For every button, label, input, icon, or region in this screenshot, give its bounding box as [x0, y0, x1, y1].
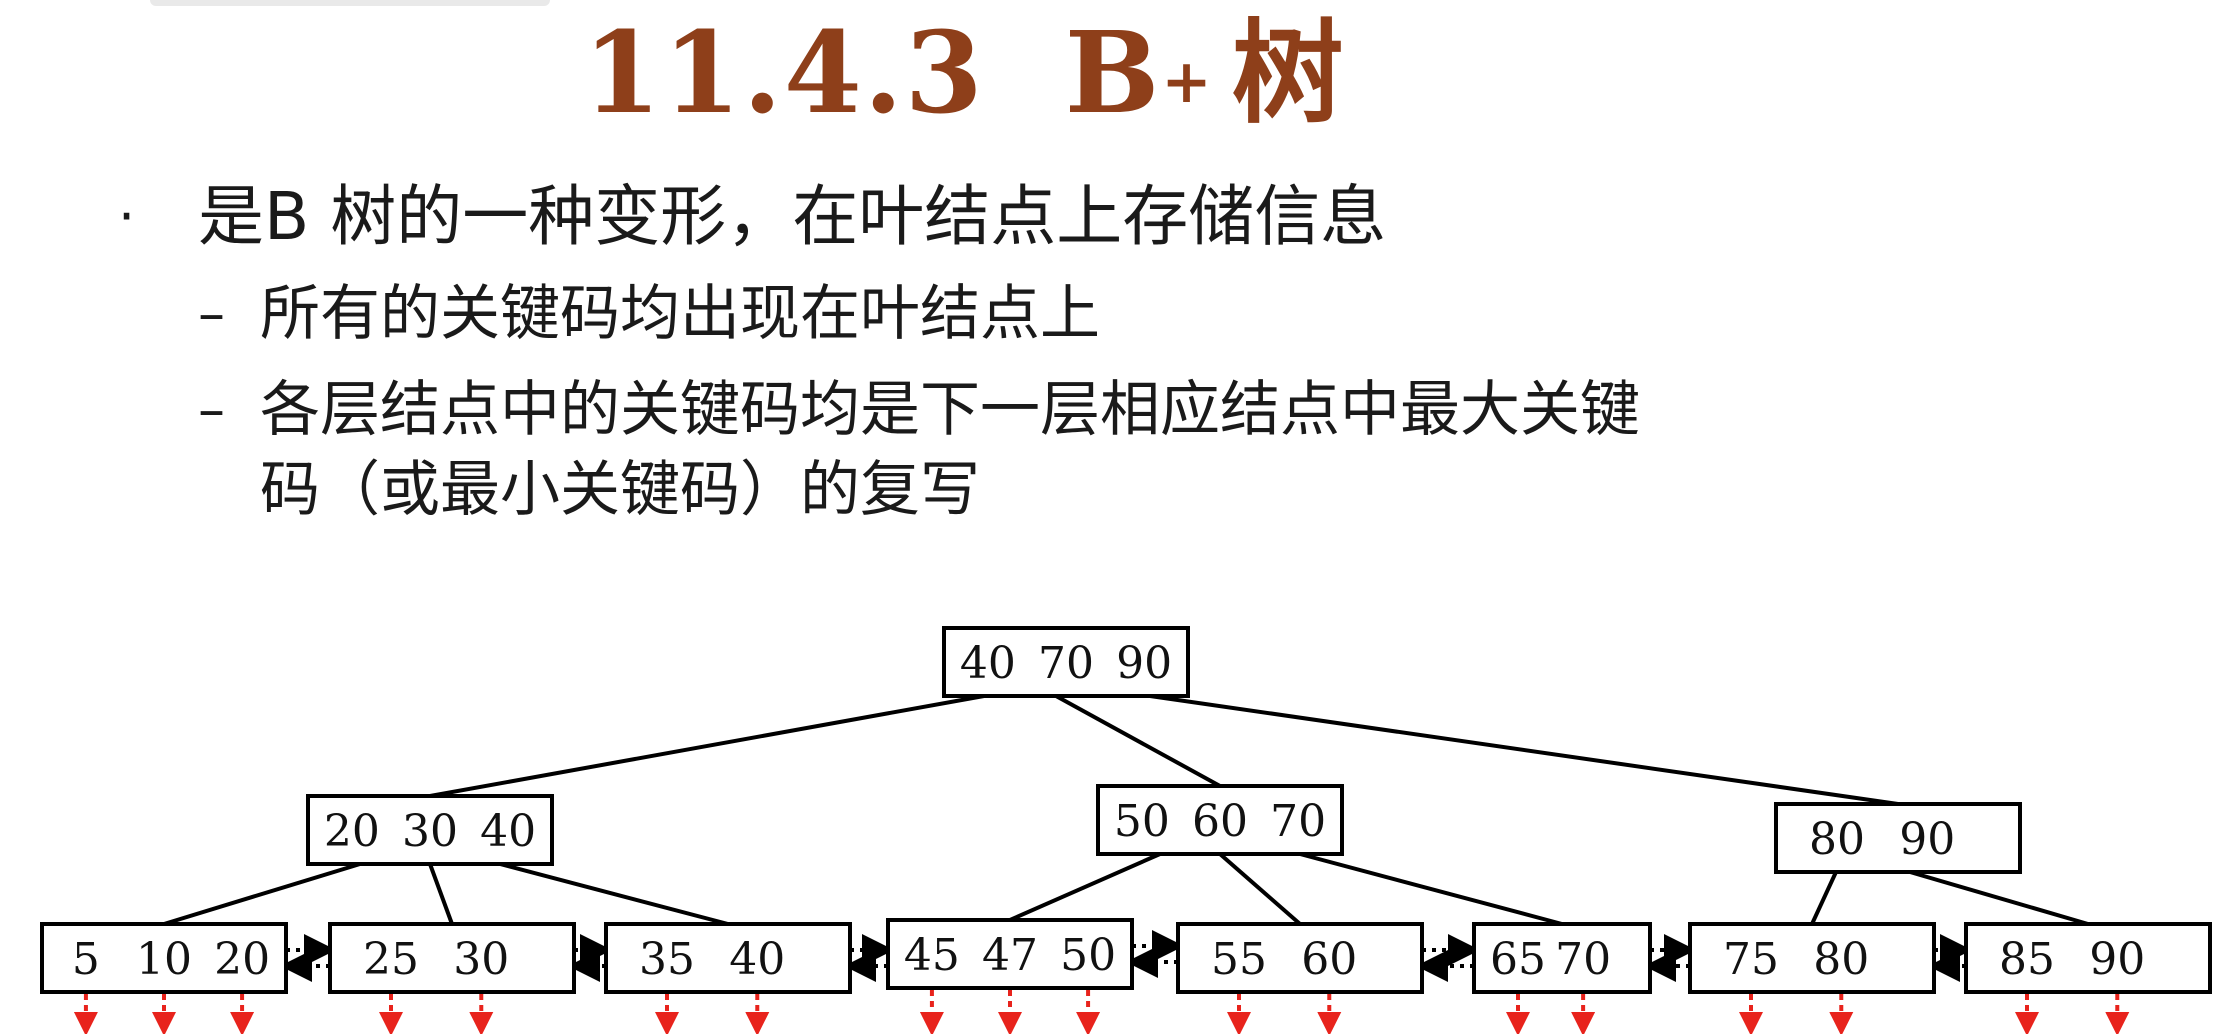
internal-node-key: 90	[1899, 814, 1955, 865]
edge-internal-leaf	[428, 863, 454, 925]
internal-node-key: 80	[1809, 814, 1865, 865]
bplus-tree-diagram: 40 70 90 20 30 40 50 60 70 80 90 5 10 20 25 30 35 40 45 47 5…	[40, 626, 2212, 1034]
leaf-node-key: 10	[136, 934, 192, 985]
edge-internal-leaf	[1218, 852, 1302, 926]
leaf-node: 75 80	[1688, 922, 1936, 994]
leaf-node: 5 10 20	[40, 922, 288, 994]
leaf-node-key: 40	[729, 934, 785, 985]
edge-root-internal	[429, 694, 985, 798]
leaf-node-key: 25	[363, 934, 419, 985]
leaf-node: 65 70	[1472, 922, 1652, 994]
internal-node: 50 60 70	[1096, 784, 1344, 856]
internal-node-key: 30	[402, 806, 458, 857]
leaf-node: 85 90	[1964, 922, 2212, 994]
slide: 11.4.3 B+ 树 · 是B 树的一种变形，在叶结点上存储信息 – 所有的关键码…	[0, 0, 2224, 1034]
record-pointers	[73, 990, 2130, 1034]
leaf-node-key: 45	[904, 930, 960, 981]
leaf-node-key: 5	[72, 934, 100, 985]
edge-internal-leaf	[163, 862, 361, 926]
root-node-key: 90	[1116, 638, 1172, 689]
internal-node: 80 90	[1774, 802, 2022, 874]
leaf-node: 35 40	[604, 922, 852, 994]
leaf-node-key: 47	[982, 930, 1038, 981]
internal-node-key: 70	[1270, 796, 1326, 847]
leaf-node: 55 60	[1176, 922, 1424, 994]
edge-root-internal	[1055, 694, 1221, 788]
leaf-node-key: 50	[1060, 930, 1116, 981]
leaf-node-key: 70	[1555, 934, 1611, 985]
root-node-key: 40	[960, 638, 1016, 689]
edge-internal-leaf	[1009, 852, 1161, 922]
edge-internal-leaf	[1810, 871, 1838, 925]
leaf-node-key: 20	[214, 934, 270, 985]
edge-internal-leaf	[499, 862, 729, 926]
leaf-node: 25 30	[328, 922, 576, 994]
leaf-node-key: 35	[639, 934, 695, 985]
edge-internal-leaf	[1909, 870, 2089, 926]
leaf-node-key: 30	[453, 934, 509, 985]
leaf-node-key: 65	[1490, 934, 1546, 985]
internal-node-key: 20	[324, 806, 380, 857]
internal-node-key: 40	[480, 806, 536, 857]
internal-node: 20 30 40	[306, 794, 554, 866]
internal-node-key: 60	[1192, 796, 1248, 847]
edge-internal-leaf	[1299, 852, 1563, 926]
leaf-node-key: 60	[1301, 934, 1357, 985]
root-node-key: 70	[1038, 638, 1094, 689]
leaf-node-key: 90	[2089, 934, 2145, 985]
internal-node-key: 50	[1114, 796, 1170, 847]
root-node: 40 70 90	[942, 626, 1190, 698]
tree-nodes: 40 70 90 20 30 40 50 60 70 80 90 5 10 20 25 30 35 40 45 47 5…	[40, 626, 2212, 994]
leaf-node-key: 85	[1999, 934, 2055, 985]
leaf-node-key: 75	[1723, 934, 1779, 985]
leaf-node: 45 47 50	[886, 918, 1134, 990]
leaf-node-key: 55	[1211, 934, 1267, 985]
leaf-node-key: 80	[1813, 934, 1869, 985]
